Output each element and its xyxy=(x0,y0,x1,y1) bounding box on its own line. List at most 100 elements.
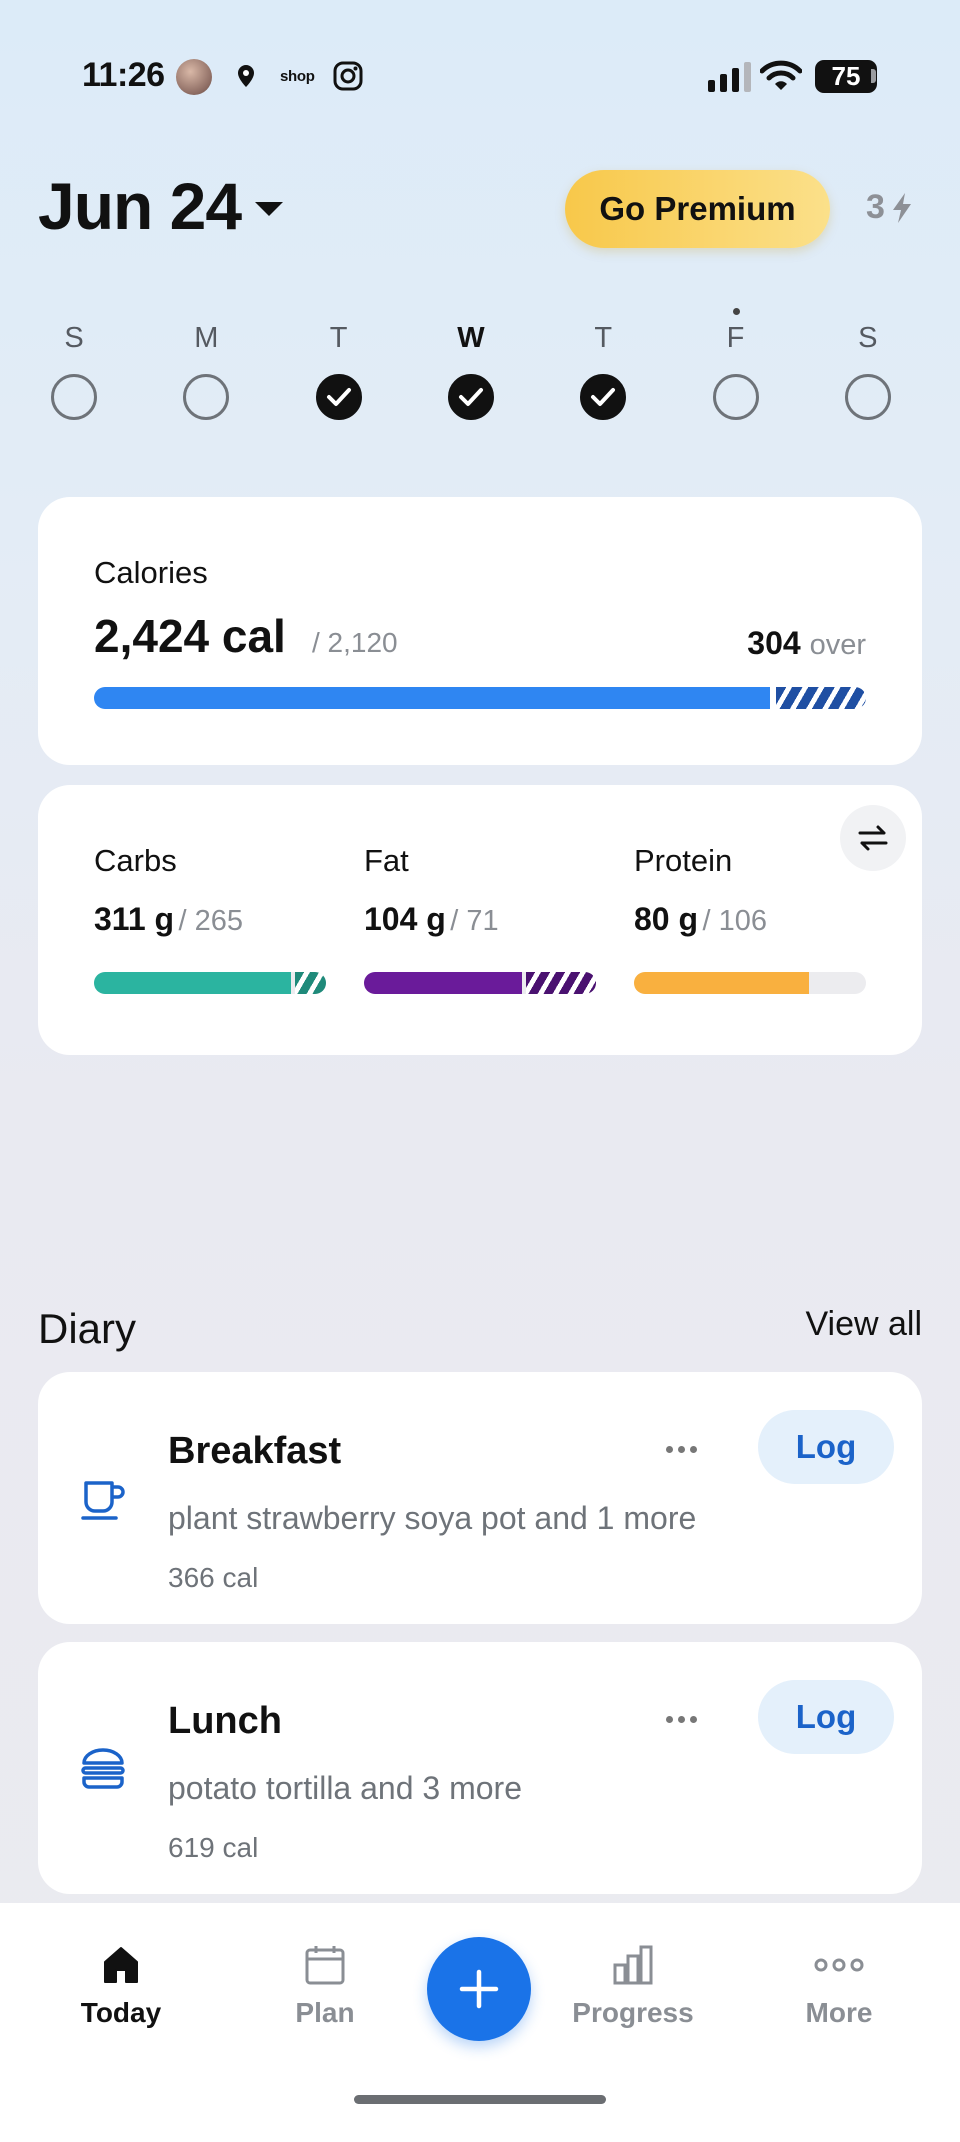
day-4[interactable]: T xyxy=(563,320,643,420)
day-empty-circle xyxy=(844,374,891,420)
chevron-down-icon xyxy=(255,202,284,216)
day-letter: F xyxy=(726,322,745,354)
macro-name: Fat xyxy=(364,843,409,878)
instagram-icon xyxy=(332,60,364,92)
macro-values: 80 g / 106 xyxy=(634,901,866,938)
meal-calories: 366 cal xyxy=(168,1562,259,1593)
check-icon xyxy=(458,388,483,406)
day-5[interactable]: F xyxy=(696,308,776,420)
macro-progress-bar xyxy=(364,972,596,994)
day-empty-circle xyxy=(712,374,759,420)
location-pin-icon xyxy=(234,63,258,89)
day-letter: T xyxy=(329,322,348,354)
meal-calories: 619 cal xyxy=(168,1832,259,1863)
meal-description: plant strawberry soya pot and 1 more xyxy=(168,1500,697,1536)
macro-name: Protein xyxy=(634,843,733,878)
view-all-link[interactable]: View all xyxy=(805,1305,922,1344)
macros-card[interactable]: Carbs 311 g / 265 Fat 104 g / 71 Protein 80 g… xyxy=(38,785,922,1055)
day-letter: M xyxy=(194,322,219,354)
calories-over: 304 over xyxy=(747,625,866,662)
add-button[interactable] xyxy=(427,1937,531,2041)
date-title: Jun 24 xyxy=(38,169,242,243)
macro-progress-fill xyxy=(94,972,292,994)
day-letter: S xyxy=(64,322,84,354)
bar-chart-icon xyxy=(613,1945,653,1985)
macro-fat: Fat 104 g / 71 xyxy=(364,843,596,994)
day-6[interactable]: S xyxy=(828,320,908,420)
macro-value: 311 g xyxy=(94,901,175,937)
calories-title: Calories xyxy=(94,555,208,590)
status-bar: 11:26 shop 75 xyxy=(0,0,960,150)
avatar xyxy=(176,59,212,95)
macro-progress-fill xyxy=(364,972,522,994)
lightning-icon xyxy=(892,192,911,223)
day-letter: W xyxy=(457,322,485,354)
day-checked-circle xyxy=(580,374,627,420)
burger-icon xyxy=(78,1744,128,1794)
calories-value: 2,424 cal xyxy=(94,610,286,662)
log-button[interactable]: Log xyxy=(758,1680,894,1754)
meal-card-breakfast[interactable]: Breakfast plant strawberry soya pot and 1… xyxy=(38,1372,922,1624)
day-empty-circle xyxy=(51,374,97,420)
meal-description: potato tortilla and 3 more xyxy=(168,1770,522,1806)
nav-progress[interactable]: Progress xyxy=(558,1943,708,2029)
nav-more[interactable]: More xyxy=(764,1943,914,2029)
nav-plan-label: Plan xyxy=(295,1997,355,2028)
calendar-icon xyxy=(305,1946,345,1985)
home-icon xyxy=(104,1947,138,1983)
battery-icon: 75 xyxy=(815,60,877,93)
day-letter: T xyxy=(594,322,613,354)
macro-values: 104 g / 71 xyxy=(364,901,596,938)
calories-progress-fill xyxy=(94,687,770,709)
nav-today[interactable]: Today xyxy=(46,1943,196,2029)
day-2[interactable]: T xyxy=(299,320,379,420)
coffee-cup-icon xyxy=(78,1474,128,1524)
nav-plan[interactable]: Plan xyxy=(250,1943,400,2029)
plus-icon xyxy=(459,1969,499,2009)
day-checked-circle xyxy=(315,374,362,420)
day-checked-circle xyxy=(447,374,494,420)
calories-over-stripes xyxy=(775,687,866,709)
status-time: 11:26 xyxy=(82,56,165,94)
bottom-nav: Today Plan Progress More xyxy=(0,1903,960,2142)
macro-goal: / 71 xyxy=(450,905,499,937)
calories-goal: / 2,120 xyxy=(312,627,398,658)
go-premium-button[interactable]: Go Premium xyxy=(565,170,830,248)
macro-over-stripes xyxy=(525,972,596,994)
more-icon xyxy=(814,1958,864,1972)
nav-progress-label: Progress xyxy=(572,1997,694,2028)
day-3[interactable]: W xyxy=(431,320,511,420)
day-0[interactable]: S xyxy=(34,320,114,420)
macro-carbs: Carbs 311 g / 265 xyxy=(94,843,326,994)
calories-progress-bar xyxy=(94,687,866,709)
macro-goal: / 106 xyxy=(702,905,767,937)
diary-title: Diary xyxy=(38,1305,137,1352)
battery-tip xyxy=(871,69,876,83)
meal-card-lunch[interactable]: Lunch potato tortilla and 3 more 619 cal Lo… xyxy=(38,1642,922,1894)
calories-card[interactable]: Calories 2,424 cal / 2,120 304 over xyxy=(38,497,922,765)
streak-count: 3 xyxy=(866,188,885,226)
wifi-icon xyxy=(760,60,802,92)
day-1[interactable]: M xyxy=(166,320,246,420)
streak-counter[interactable]: 3 xyxy=(866,188,913,227)
log-button[interactable]: Log xyxy=(758,1410,894,1484)
more-options-icon[interactable] xyxy=(658,1704,704,1734)
shop-icon: shop xyxy=(280,68,315,85)
date-selector[interactable]: Jun 24 xyxy=(38,168,284,244)
macro-name: Carbs xyxy=(94,843,177,878)
calories-over-amount: 304 xyxy=(747,625,801,661)
check-icon xyxy=(591,388,616,406)
check-icon xyxy=(326,388,351,406)
meal-name: Breakfast xyxy=(168,1430,342,1472)
day-empty-circle xyxy=(183,374,230,420)
macro-value: 104 g xyxy=(364,901,446,937)
macro-values: 311 g / 265 xyxy=(94,901,326,938)
day-indicator-dot xyxy=(732,308,740,315)
home-indicator xyxy=(354,2095,606,2104)
macro-progress-bar xyxy=(634,972,866,994)
calories-over-label: over xyxy=(809,629,866,661)
more-options-icon[interactable] xyxy=(658,1434,704,1464)
signal-icon xyxy=(708,62,751,92)
macro-over-stripes xyxy=(295,972,326,994)
nav-more-label: More xyxy=(805,1997,873,2028)
